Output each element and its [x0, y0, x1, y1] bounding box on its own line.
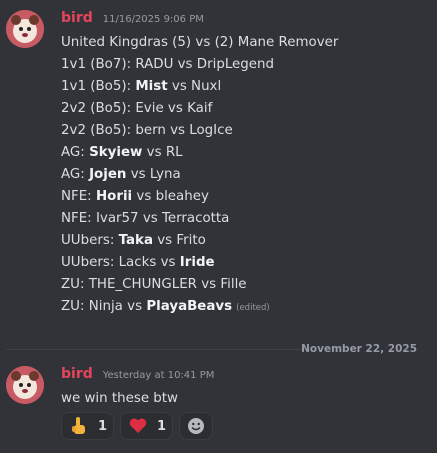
text-segment: vs RL [142, 145, 183, 160]
message-line: 2v2 (Bo5): Evie vs Kaif [61, 98, 431, 120]
text-segment: NFE: Ivar57 vs Terracotta [61, 211, 230, 226]
add-reaction-button[interactable] [179, 412, 214, 440]
message-line: UUbers: Lacks vs Iride [61, 252, 431, 274]
reactions-bar: 1 1 [61, 412, 214, 440]
bold-text: PlayaBeavs [146, 299, 233, 314]
avatar[interactable] [6, 366, 44, 404]
bold-text: Jojen [89, 167, 127, 182]
text-segment: 2v2 (Bo5): Evie vs Kaif [61, 101, 213, 116]
bold-text: Taka [118, 233, 153, 248]
reaction-pointing-up[interactable]: 1 [61, 412, 115, 440]
message-body: United Kingdras (5) vs (2) Mane Remover 1… [61, 32, 431, 318]
message-line: ZU: THE_CHUNGLER vs Fille [61, 274, 431, 296]
text-segment: vs Nuxl [167, 79, 222, 94]
date-divider: November 22, 2025 [6, 342, 431, 356]
timestamp[interactable]: 11/16/2025 9:06 PM [103, 14, 204, 25]
message-line: UUbers: Taka vs Frito [61, 230, 431, 252]
bold-text: Horii [95, 189, 133, 204]
add-reaction-smiley-icon [185, 415, 207, 437]
divider-date: November 22, 2025 [301, 343, 417, 355]
text-segment: AG: [61, 145, 90, 160]
message-line: AG: Jojen vs Lyna [61, 164, 431, 186]
edited-label: (edited) [236, 303, 270, 313]
text-segment: UUbers: [61, 233, 119, 248]
username[interactable]: bird [61, 366, 93, 382]
message-line: ZU: Ninja vs PlayaBeavs (edited) [61, 296, 431, 318]
message-line: United Kingdras (5) vs (2) Mane Remover [61, 32, 431, 54]
reaction-heart[interactable]: 1 [120, 412, 174, 440]
message-text: we win these btw [61, 391, 179, 406]
reaction-count: 1 [157, 418, 167, 434]
message-line: NFE: Ivar57 vs Terracotta [61, 208, 431, 230]
pointing-up-hand-icon [68, 415, 90, 437]
bold-text: Mist [135, 79, 168, 94]
message-line: 1v1 (Bo5): Mist vs Nuxl [61, 76, 431, 98]
text-segment: ZU: THE_CHUNGLER vs Fille [61, 277, 247, 292]
message-line: 2v2 (Bo5): bern vs LogIce [61, 120, 431, 142]
text-segment: UUbers: Lacks vs [61, 255, 180, 270]
timestamp[interactable]: Yesterday at 10:41 PM [103, 370, 215, 381]
username[interactable]: bird [61, 10, 93, 26]
text-segment: United Kingdras (5) vs (2) Mane Remover [61, 35, 339, 50]
text-segment: AG: [61, 167, 90, 182]
text-segment: vs Frito [152, 233, 206, 248]
reaction-count: 1 [98, 418, 108, 434]
text-segment: 1v1 (Bo7): RADU vs DripLegend [61, 57, 275, 72]
bold-text: Skyiew [89, 145, 143, 160]
bold-text: Iride [179, 255, 215, 270]
red-heart-icon [127, 415, 149, 437]
avatar[interactable] [6, 10, 44, 48]
text-segment: NFE: [61, 189, 96, 204]
text-segment: vs bleahey [132, 189, 209, 204]
message-line: NFE: Horii vs bleahey [61, 186, 431, 208]
text-segment: ZU: Ninja vs [61, 299, 147, 314]
message-line: AG: Skyiew vs RL [61, 142, 431, 164]
text-segment: 2v2 (Bo5): bern vs LogIce [61, 123, 233, 138]
text-segment: 1v1 (Bo5): [61, 79, 136, 94]
divider-line [6, 349, 311, 350]
text-segment: vs Lyna [126, 167, 181, 182]
message-line: 1v1 (Bo7): RADU vs DripLegend [61, 54, 431, 76]
